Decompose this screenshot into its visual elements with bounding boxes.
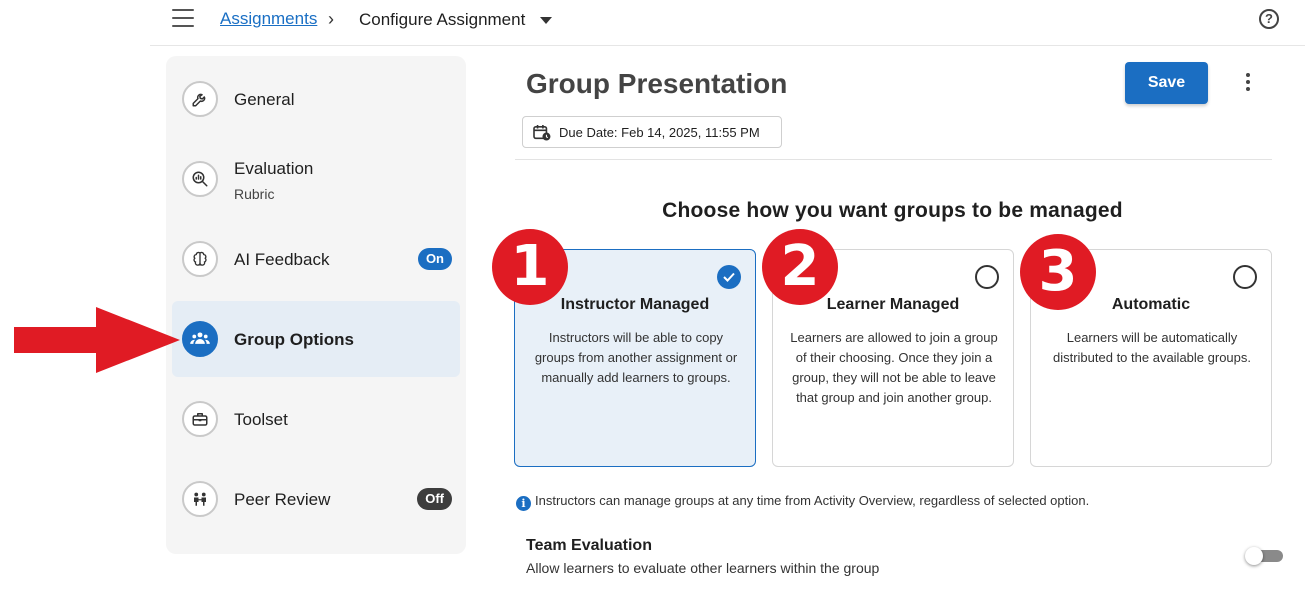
option-title: Instructor Managed (560, 296, 710, 313)
people-icon (182, 481, 218, 517)
status-badge-on: On (417, 248, 452, 270)
breadcrumb-assignments-link[interactable]: Assignments (220, 9, 317, 29)
option-description: Learners will be automatically distribut… (1052, 330, 1251, 365)
save-button[interactable]: Save (1125, 62, 1208, 104)
radio-checked-icon[interactable] (717, 265, 741, 289)
due-date-text: Due Date: Feb 14, 2025, 11:55 PM (559, 125, 760, 140)
more-options-icon[interactable] (1239, 73, 1257, 93)
toggle-thumb (1245, 547, 1263, 565)
group-icon (182, 321, 218, 357)
sidebar-item-label: Evaluation (234, 159, 314, 178)
sidebar-item-group-options[interactable]: Group Options (172, 301, 460, 377)
option-description: Learners are allowed to join a group of … (790, 330, 998, 405)
section-heading: Choose how you want groups to be managed (662, 199, 1123, 222)
radio-unchecked-icon[interactable] (1233, 265, 1257, 289)
annotation-number-3: 3 (1020, 234, 1096, 310)
info-icon: i (516, 496, 531, 511)
team-evaluation-toggle[interactable] (1245, 547, 1283, 565)
sidebar-item-label: Peer Review (234, 490, 331, 509)
sidebar: General Evaluation Rubric AI Feedback On… (166, 56, 466, 554)
due-date-chip[interactable]: Due Date: Feb 14, 2025, 11:55 PM (522, 116, 782, 148)
annotation-number-1: 1 (492, 229, 568, 305)
chevron-right-icon: › (328, 9, 334, 29)
calendar-clock-icon (533, 125, 551, 141)
sidebar-item-toolset[interactable]: Toolset (172, 381, 460, 457)
sidebar-item-label: Toolset (234, 410, 288, 429)
info-note: i Instructors can manage groups at any ti… (516, 493, 1089, 511)
info-text: Instructors can manage groups at any tim… (535, 493, 1090, 508)
page-title: Group Presentation (526, 68, 788, 99)
sidebar-item-evaluation[interactable]: Evaluation Rubric (172, 141, 460, 217)
caret-down-icon[interactable] (540, 17, 552, 24)
toolbox-icon (182, 401, 218, 437)
breadcrumb-current: Configure Assignment (359, 10, 526, 29)
divider (515, 159, 1272, 160)
wrench-icon (182, 81, 218, 117)
sidebar-item-sublabel: Rubric (234, 186, 275, 202)
team-evaluation-description: Allow learners to evaluate other learner… (526, 560, 880, 576)
brain-icon (182, 241, 218, 277)
hamburger-menu-icon[interactable] (172, 9, 194, 29)
sidebar-item-peer-review[interactable]: Peer Review Off (172, 461, 460, 537)
sidebar-item-label: AI Feedback (234, 250, 330, 269)
radio-unchecked-icon[interactable] (975, 265, 999, 289)
status-badge-off: Off (417, 488, 452, 510)
magnifier-chart-icon (182, 161, 218, 197)
option-description: Instructors will be able to copy groups … (534, 330, 738, 385)
sidebar-item-label: Group Options (234, 330, 354, 349)
top-bar: Assignments › Configure Assignment ? (150, 0, 1305, 46)
annotation-arrow-icon (14, 307, 180, 373)
annotation-number-2: 2 (762, 229, 838, 305)
sidebar-item-ai-feedback[interactable]: AI Feedback On (172, 221, 460, 297)
team-evaluation-title: Team Evaluation (526, 537, 652, 554)
sidebar-item-general[interactable]: General (172, 61, 460, 137)
sidebar-item-label: General (234, 90, 295, 109)
help-icon[interactable]: ? (1259, 9, 1279, 29)
